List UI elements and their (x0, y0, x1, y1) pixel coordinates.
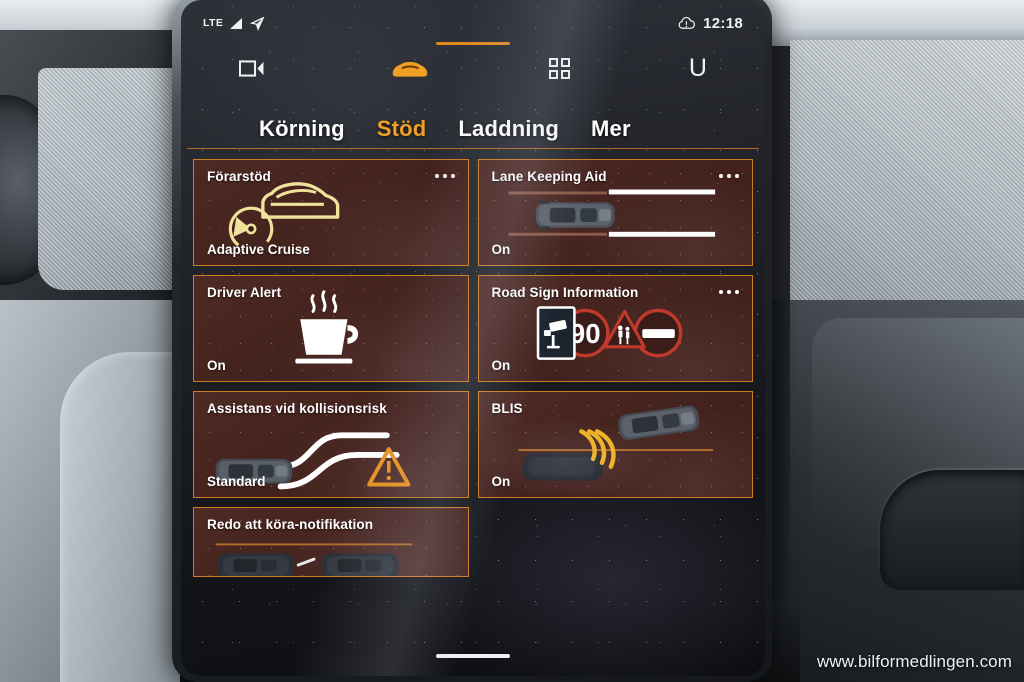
user-profile-icon[interactable]: U (689, 55, 707, 81)
card-status: On (207, 358, 226, 373)
tab-bar: Körning Stöd Laddning Mer (181, 90, 765, 142)
signal-bars-icon (230, 17, 243, 29)
home-indicator[interactable] (436, 654, 510, 658)
dashboard-right-textured-panel (790, 40, 1024, 326)
card-forarstod[interactable]: Förarstöd Adaptive Cruise (193, 159, 469, 266)
card-title: Redo att köra-notifikation (207, 517, 374, 532)
card-title: Förarstöd (207, 169, 271, 184)
card-title: Assistans vid kollisionsrisk (207, 401, 387, 416)
screen-drag-handle[interactable] (436, 42, 510, 45)
camera-view-icon[interactable] (239, 58, 271, 79)
card-status: Adaptive Cruise (207, 242, 310, 257)
card-status: On (491, 474, 511, 489)
infotainment-screen[interactable]: LTE 12:18 U Körning Stöd Laddning Mer Fö… (181, 0, 765, 676)
card-status: Standard (207, 474, 266, 489)
card-redo-att-kora-notifikation[interactable]: Redo att köra-notifikation (193, 507, 469, 577)
tab-laddning[interactable]: Laddning (458, 116, 559, 142)
network-type-label: LTE (203, 17, 224, 29)
car-status-icon[interactable] (390, 57, 430, 79)
card-menu-button[interactable] (434, 174, 455, 178)
center-console-grab-handle (880, 470, 1024, 590)
card-title: Lane Keeping Aid (491, 169, 607, 184)
card-blis[interactable]: BLIS On (477, 391, 753, 498)
card-title: Road Sign Information (491, 285, 639, 300)
watermark: www.bilformedlingen.com (816, 652, 1012, 671)
tab-stod[interactable]: Stöd (377, 116, 427, 142)
navigation-arrow-icon (250, 16, 265, 31)
tab-mer[interactable]: Mer (591, 116, 631, 142)
tab-korning[interactable]: Körning (259, 116, 345, 142)
card-lane-keeping-aid[interactable]: Lane Keeping Aid On (477, 159, 753, 266)
card-title: Driver Alert (207, 285, 282, 300)
support-card-grid: Förarstöd Adaptive Cruise Lane Keeping A… (181, 149, 765, 577)
clock-label: 12:18 (703, 14, 743, 32)
card-menu-button[interactable] (719, 290, 739, 294)
card-menu-button[interactable] (719, 174, 739, 178)
card-assistans-vid-kollisionsrisk[interactable]: Assistans vid kollisionsrisk Standard (193, 391, 469, 498)
card-title: BLIS (491, 401, 523, 416)
card-status: On (491, 358, 511, 373)
card-status: On (491, 242, 511, 257)
app-grid-icon[interactable] (548, 57, 570, 79)
card-road-sign-information[interactable]: Road Sign Information 90 On (477, 275, 753, 382)
card-driver-alert[interactable]: Driver Alert On (193, 275, 469, 382)
status-bar-right-group: 12:18 (677, 15, 743, 32)
status-bar: LTE 12:18 (181, 0, 765, 46)
status-bar-left-group: LTE (203, 16, 265, 31)
cloud-warning-icon (678, 16, 696, 29)
quick-icon-row: U (181, 46, 765, 90)
